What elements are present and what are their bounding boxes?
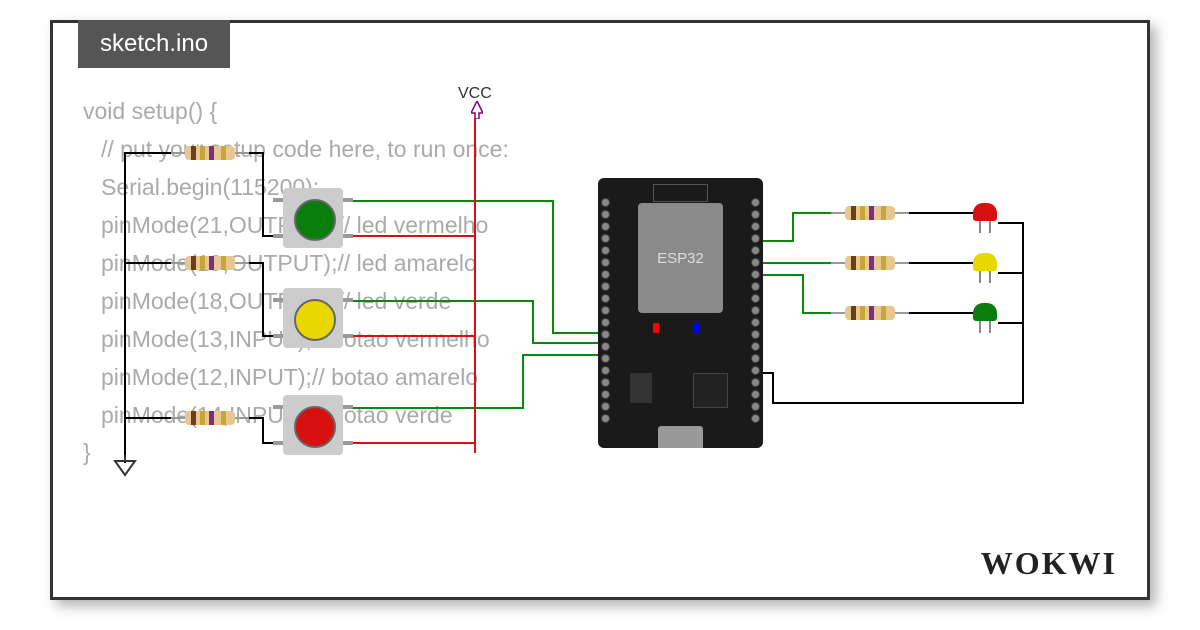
code-line: pinMode(18,OUTPUT);// led verde	[83, 283, 509, 321]
code-line: pinMode(21,OUTPUT);// led vermelho	[83, 207, 509, 245]
code-line: }	[83, 434, 509, 472]
esp32-usb-port	[658, 426, 703, 448]
code-editor[interactable]: void setup() { // put your setup code he…	[83, 93, 509, 472]
filename-label: sketch.ino	[100, 30, 208, 57]
wokwi-logo: WOKWI	[981, 545, 1117, 582]
esp32-board[interactable]: ESP32	[598, 178, 763, 448]
resistor-led-yellow[interactable]	[845, 256, 895, 270]
resistor-led-green[interactable]	[845, 306, 895, 320]
project-frame: sketch.ino void setup() { // put your se…	[50, 20, 1150, 600]
led-yellow[interactable]	[973, 253, 997, 271]
code-line: // put your setup code here, to run once…	[83, 131, 509, 169]
esp32-wifi-led-icon	[693, 323, 699, 333]
board-label: ESP32	[657, 250, 704, 267]
esp32-aux-chip	[693, 373, 728, 408]
esp32-regulator	[630, 373, 652, 403]
esp32-power-led-icon	[653, 323, 659, 333]
code-line: pinMode(13,INPUT);// botao vermelho	[83, 321, 509, 359]
esp32-antenna	[653, 184, 708, 202]
esp32-shield: ESP32	[638, 203, 723, 313]
resistor-led-red[interactable]	[845, 206, 895, 220]
led-green[interactable]	[973, 303, 997, 321]
code-line: void setup() {	[83, 93, 509, 131]
esp32-pins-right	[751, 198, 760, 423]
code-line: Serial.begin(115200);	[83, 169, 509, 207]
led-red[interactable]	[973, 203, 997, 221]
file-tab[interactable]: sketch.ino	[78, 20, 230, 68]
code-line: pinMode(14,INPUT);// botao verde	[83, 397, 509, 435]
code-line: pinMode(12,INPUT);// botao amarelo	[83, 359, 509, 397]
code-line: pinMode(19,OUTPUT);// led amarelo	[83, 245, 509, 283]
esp32-pins-left	[601, 198, 610, 423]
